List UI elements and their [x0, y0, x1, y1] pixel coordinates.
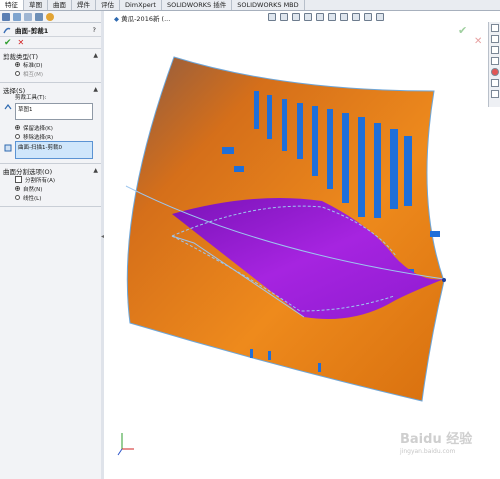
heads-up-toolbar: [268, 12, 388, 22]
manager-icon-row: [0, 11, 101, 23]
coordinate-triad: [117, 433, 134, 456]
split-options-group: 曲面分割选项(O) ▲ 分割所有(A) 自然(N) 线性(L): [0, 164, 101, 207]
feature-title: 曲面-剪裁1: [15, 26, 49, 35]
confirm-corner-ok-icon[interactable]: ✔: [458, 24, 467, 37]
part-icon: ◆: [114, 15, 119, 23]
radio-natural[interactable]: 自然(N): [3, 184, 98, 193]
forum-icon[interactable]: [491, 90, 499, 98]
sketch-point[interactable]: [442, 278, 446, 282]
checkbox-box: [15, 176, 22, 183]
feature-tree-icon[interactable]: [2, 12, 10, 21]
trim-type-header[interactable]: 剪裁类型(T) ▲: [3, 51, 98, 61]
radio-dot: [15, 125, 20, 130]
radio-keep-selection[interactable]: 保留选择(K): [3, 123, 98, 132]
radio-remove-selection[interactable]: 移除选择(R): [3, 132, 98, 141]
config-manager-icon[interactable]: [24, 12, 32, 21]
tab-dimxpert[interactable]: DimXpert: [120, 0, 162, 10]
radio-dot: [15, 186, 20, 191]
ok-cancel-row: ✔ ✕: [0, 37, 101, 49]
tab-surfaces[interactable]: 曲面: [48, 0, 72, 10]
collapse-chevron-icon[interactable]: ▲: [93, 167, 98, 174]
confirm-corner-cancel-icon[interactable]: ✕: [474, 36, 482, 47]
edit-appearance-icon[interactable]: [352, 13, 360, 21]
tab-sketch[interactable]: 草图: [24, 0, 48, 10]
view-settings-icon[interactable]: [376, 13, 384, 21]
view-palette-icon[interactable]: [491, 57, 499, 65]
task-pane-tabs: [488, 22, 500, 107]
view-orientation-icon[interactable]: [316, 13, 324, 21]
collapse-chevron-icon[interactable]: ▲: [93, 52, 98, 59]
document-title: ◆ 黄瓜-2016新 (...: [114, 15, 171, 23]
hide-show-icon[interactable]: [340, 13, 348, 21]
tab-features[interactable]: 特征: [0, 0, 24, 10]
zoom-to-fit-icon[interactable]: [268, 13, 276, 21]
split-options-header[interactable]: 曲面分割选项(O) ▲: [3, 166, 98, 176]
appearances-icon[interactable]: [491, 68, 499, 76]
pieces-to-keep-list[interactable]: 曲面-扫描1-剪裁0: [15, 141, 93, 159]
ok-button[interactable]: ✔: [4, 38, 12, 48]
previous-view-icon[interactable]: [292, 13, 300, 21]
selection-group: 选择(S) ▲ 剪裁工具(T): 草图1 保留选择(K) 移除选择(R) 曲面-…: [0, 83, 101, 164]
tab-addins[interactable]: SOLIDWORKS 插件: [162, 0, 233, 10]
watermark: Baidu 经验 jingyan.baidu.com: [400, 432, 473, 455]
trim-type-group: 剪裁类型(T) ▲ 标准(D) 相互(M): [0, 49, 101, 83]
command-tabs: 特征 草图 曲面 焊件 评估 DimXpert SOLIDWORKS 插件 SO…: [0, 0, 500, 11]
trim-tool-label: 剪裁工具(T):: [15, 95, 47, 101]
zoom-area-icon[interactable]: [280, 13, 288, 21]
radio-dot: [15, 195, 20, 200]
radio-linear[interactable]: 线性(L): [3, 193, 98, 202]
trim-tool-list[interactable]: 草图1: [15, 103, 93, 120]
trim-tool-icon: [4, 104, 12, 110]
tab-mbd[interactable]: SOLIDWORKS MBD: [232, 0, 305, 10]
split-all-checkbox[interactable]: 分割所有(A): [3, 175, 98, 184]
radio-standard[interactable]: 标准(D): [3, 60, 98, 69]
collapse-chevron-icon[interactable]: ▲: [93, 86, 98, 93]
feature-header: 曲面-剪裁1 ?: [0, 23, 101, 37]
radio-dot: [15, 71, 20, 76]
resources-icon[interactable]: [491, 24, 499, 32]
custom-properties-icon[interactable]: [491, 79, 499, 87]
radio-mutual[interactable]: 相互(M): [3, 69, 98, 78]
radio-dot: [15, 134, 20, 139]
property-manager: 曲面-剪裁1 ? ✔ ✕ 剪裁类型(T) ▲ 标准(D) 相互(M) 选择(S)…: [0, 11, 102, 479]
selection-header[interactable]: 选择(S) ▲: [3, 85, 98, 95]
trim-surface-icon: [3, 27, 11, 33]
help-icon[interactable]: ?: [93, 26, 96, 34]
tab-evaluate[interactable]: 评估: [96, 0, 120, 10]
pieces-to-keep-icon: [4, 144, 12, 152]
tab-weldments[interactable]: 焊件: [72, 0, 96, 10]
model-render[interactable]: [104, 11, 500, 479]
file-explorer-icon[interactable]: [491, 46, 499, 54]
display-manager-icon[interactable]: [46, 12, 54, 21]
display-style-icon[interactable]: [328, 13, 336, 21]
apply-scene-icon[interactable]: [364, 13, 372, 21]
dimxpert-icon[interactable]: [35, 12, 43, 21]
design-library-icon[interactable]: [491, 35, 499, 43]
radio-dot: [15, 62, 20, 67]
property-manager-icon[interactable]: [13, 12, 21, 21]
cancel-button[interactable]: ✕: [18, 38, 25, 47]
section-view-icon[interactable]: [304, 13, 312, 21]
